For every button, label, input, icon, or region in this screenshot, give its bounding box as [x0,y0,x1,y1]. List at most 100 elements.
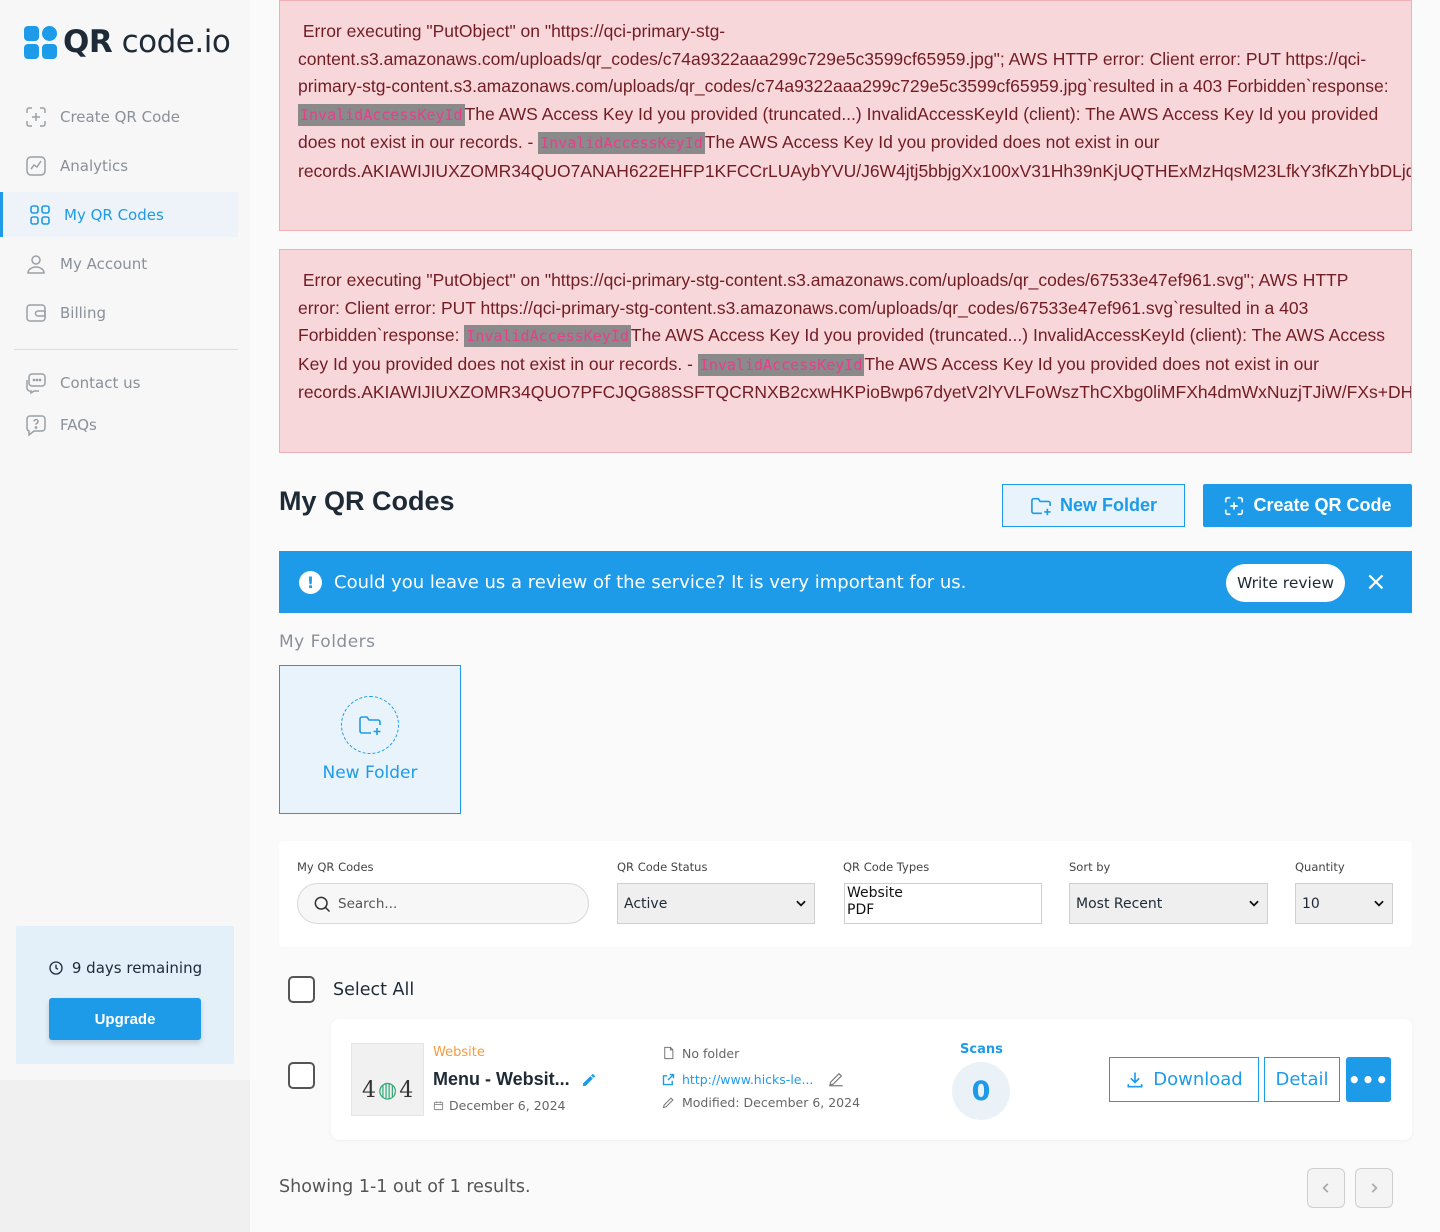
qr-modified: Modified: December 6, 2024 [661,1095,860,1110]
sidebar-item-label: My Account [60,254,148,273]
new-folder-card[interactable]: New Folder [279,665,461,814]
qr-folder: No folder [661,1045,739,1061]
error-alert: Error executing "PutObject" on "https://… [279,0,1412,231]
search-label: My QR Codes [297,860,374,874]
sidebar-item-label: Billing [60,303,106,322]
main-content: Error executing "PutObject" on "https://… [250,0,1440,1232]
sidebar-item-label: My QR Codes [64,205,164,224]
error-code: InvalidAccessKeyId [538,132,705,154]
select-all[interactable]: Select All [288,976,414,1003]
sidebar-item-billing[interactable]: Billing [0,290,250,335]
error-code: InvalidAccessKeyId [298,103,465,126]
scans-label: Scans [960,1042,1003,1057]
upgrade-button[interactable]: Upgrade [49,998,201,1040]
write-review-button[interactable]: Write review [1226,564,1345,602]
type-option[interactable]: PDF [847,902,1041,919]
sidebar: QR code.io Create QR Code Analytics My Q… [0,0,250,1080]
status-label: QR Code Status [617,860,708,874]
next-page-button[interactable] [1355,1168,1393,1208]
pencil-outline-icon[interactable] [827,1070,845,1088]
prev-page-button[interactable] [1307,1168,1345,1208]
sidebar-item-label: Analytics [60,156,129,175]
chevron-down-icon [796,900,806,907]
sidebar-item-my-account[interactable]: My Account [0,241,250,286]
qr-created-date: December 6, 2024 [433,1098,566,1113]
clock-icon [49,961,63,975]
close-icon[interactable]: × [1365,569,1387,595]
thumbnail-404: 4◍4 [362,1078,416,1103]
download-icon [1127,1072,1143,1087]
logo-text: QR code.io [63,24,231,60]
qr-code-card: 4◍4 Website Menu - Websit... December 6,… [331,1019,1412,1140]
sort-select[interactable]: Most Recent [1069,883,1268,924]
qr-type-label: Website [433,1045,485,1060]
error-code: InvalidAccessKeyId [464,325,631,347]
sort-label: Sort by [1069,860,1111,874]
new-folder-button[interactable]: New Folder [1002,484,1185,527]
exclamation-icon: ! [299,570,322,594]
review-text: Could you leave us a review of the servi… [334,571,967,593]
sidebar-item-contact-us[interactable]: Contact us [0,364,250,402]
types-label: QR Code Types [843,860,930,874]
qr-types-multiselect[interactable]: Website PDF [844,883,1042,924]
sidebar-item-my-qr-codes[interactable]: My QR Codes [0,192,238,237]
quantity-select[interactable]: 10 [1295,883,1393,924]
page-title: My QR Codes [279,486,455,516]
quantity-label: Quantity [1295,860,1345,874]
results-count: Showing 1-1 out of 1 results. [279,1177,531,1197]
create-qr-code-button[interactable]: Create QR Code [1203,484,1412,527]
error-text: records.AKIAWIJIUXZOMR34QUO7ANAH622EHFP1… [298,160,1412,181]
new-folder-label: New Folder [322,763,418,783]
chevron-down-icon [1374,900,1384,907]
qr-thumbnail[interactable]: 4◍4 [351,1043,424,1116]
folder-add-icon [341,696,399,754]
error-text: Error executing "PutObject" on "https://… [298,21,1394,96]
detail-button[interactable]: Detail [1264,1057,1340,1102]
chevron-down-icon [1249,900,1259,907]
error-text: records.AKIAWIJIUXZOMR34QUO7PFCJQG88SSFT… [298,382,1412,402]
select-all-checkbox[interactable] [288,976,315,1003]
external-link-icon [662,1073,675,1085]
search-icon [314,896,331,912]
type-option[interactable]: Website [847,885,1041,902]
sidebar-item-label: Create QR Code [60,107,181,126]
filters-panel: My QR Codes Search... QR Code Status Act… [279,841,1412,947]
error-alert: Error executing "PutObject" on "https://… [279,249,1412,453]
error-text: The AWS Access Key Id you provided does … [864,353,1324,374]
logo[interactable]: QR code.io [24,24,231,60]
sidebar-item-label: FAQs [60,416,97,434]
more-options-button[interactable]: ••• [1346,1057,1391,1102]
qr-name[interactable]: Menu - Websit... [433,1069,570,1090]
user-icon [27,254,45,274]
chart-icon [26,155,46,176]
pencil-outline-icon [662,1097,674,1109]
plus-square-icon [26,106,46,127]
review-banner: ! Could you leave us a review of the ser… [279,551,1412,613]
pencil-icon[interactable] [581,1072,597,1088]
select-all-label: Select All [333,979,415,1000]
logo-icon [24,25,57,59]
sidebar-item-label: Contact us [60,374,141,392]
error-code: InvalidAccessKeyId [697,353,865,376]
status-select[interactable]: Active [617,883,815,924]
qr-url[interactable]: http://www.hicks-le... [661,1070,845,1088]
sidebar-item-create-qr-code[interactable]: Create QR Code [0,94,250,139]
sidebar-item-analytics[interactable]: Analytics [0,143,250,188]
sidebar-nav: Create QR Code Analytics My QR Codes My … [0,94,250,448]
trial-box: 9 days remaining Upgrade [16,926,234,1064]
chat-icon [26,373,46,395]
error-text: The AWS Access Key Id you provided does … [704,132,1165,152]
sidebar-divider [14,349,238,350]
search-input[interactable]: Search... [297,883,589,924]
folders-heading: My Folders [279,632,376,652]
plus-square-icon [1225,496,1244,515]
calendar-icon [433,1101,444,1111]
qr-grid-icon [30,204,50,225]
sidebar-item-faqs[interactable]: FAQs [0,406,250,444]
row-checkbox[interactable] [288,1062,315,1089]
trial-remaining: 9 days remaining [16,959,234,977]
folder-add-icon [1031,497,1051,515]
question-icon [26,415,46,437]
chevron-right-icon [1371,1183,1378,1193]
download-button[interactable]: Download [1109,1057,1259,1102]
